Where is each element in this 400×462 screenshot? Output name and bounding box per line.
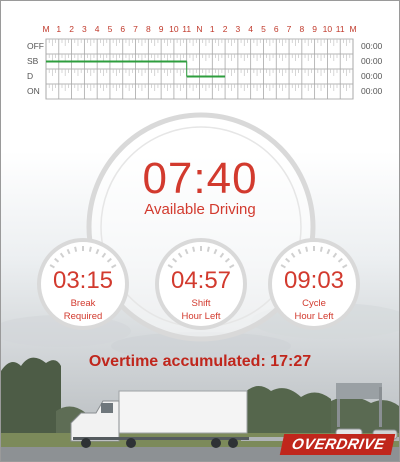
hour-label: 10 — [169, 24, 179, 34]
available-driving-time: 07:40 — [142, 154, 258, 203]
hour-label: N — [196, 24, 203, 34]
hours-of-service-log-grid: M 1 2 3 4 5 6 7 8 9 10 11 N 1 2 3 4 5 6 7 8 9 10 11 M OFF SB D O… — [1, 1, 399, 101]
hour-label: 6 — [120, 24, 126, 34]
log-grid-lines — [45, 38, 354, 100]
break-required-dial[interactable]: 03:15 Break Required — [36, 237, 130, 331]
hour-label: 6 — [273, 24, 279, 34]
dial-tick — [192, 246, 196, 252]
hour-label: 4 — [94, 24, 100, 34]
shift-hour-left-dial[interactable]: 04:57 Shift Hour Left — [154, 237, 248, 331]
hour-label: 2 — [222, 24, 228, 34]
cycle-label-line1: Cycle — [302, 298, 326, 309]
overdrive-logo: OVERDRIVE — [279, 434, 396, 455]
break-label-line2: Required — [63, 311, 103, 322]
dial-tick — [74, 246, 78, 252]
hour-label: M — [349, 24, 357, 34]
hour-label: 1 — [209, 24, 215, 34]
hour-label: 8 — [299, 24, 305, 34]
dial-tick — [305, 246, 309, 252]
hour-label: 1 — [56, 24, 62, 34]
hour-label: 2 — [69, 24, 74, 34]
shift-hour-left-time: 04:57 — [170, 267, 232, 294]
hour-label: 11 — [335, 24, 345, 34]
hour-label: 4 — [248, 24, 254, 34]
hour-label: 5 — [107, 24, 113, 34]
break-required-time: 03:15 — [52, 267, 114, 294]
break-required-label: Break Required — [36, 297, 130, 323]
row-label-off: OFF — [27, 41, 44, 51]
row-label-on: ON — [27, 86, 40, 96]
available-driving-label: Available Driving — [144, 201, 256, 218]
shift-label-line2: Hour Left — [181, 311, 221, 322]
shift-hour-left-label: Shift Hour Left — [154, 297, 248, 323]
row-label-sb: SB — [27, 56, 39, 66]
cycle-hour-left-time: 09:03 — [283, 267, 345, 294]
dial-tick — [319, 246, 323, 252]
dial-tick — [88, 246, 92, 252]
row-total-sb: 00:00 — [361, 56, 383, 66]
cycle-hour-left-dial[interactable]: 09:03 Cycle Hour Left — [267, 237, 361, 331]
row-label-d: D — [27, 71, 34, 81]
cycle-hour-left-label: Cycle Hour Left — [267, 297, 361, 323]
hour-label: 7 — [286, 24, 292, 34]
break-label-line1: Break — [70, 298, 96, 309]
hour-label: 3 — [82, 24, 87, 34]
hour-label: 9 — [312, 24, 317, 34]
hour-label: 8 — [145, 24, 151, 34]
row-total-on: 00:00 — [361, 86, 383, 96]
hour-label: 9 — [158, 24, 164, 34]
row-total-off: 00:00 — [361, 41, 383, 51]
dial-tick — [206, 246, 210, 252]
hour-label: 10 — [322, 24, 333, 34]
hour-label: 7 — [133, 24, 138, 34]
hour-label: 11 — [182, 24, 192, 34]
hour-label: M — [42, 24, 50, 34]
hour-label: 3 — [235, 24, 241, 34]
row-total-d: 00:00 — [361, 71, 383, 81]
eld-app-screen: M 1 2 3 4 5 6 7 8 9 10 11 N 1 2 3 4 5 6 7 8 9 10 11 M OFF SB D O… — [0, 0, 400, 462]
overtime-accumulated-text: Overtime accumulated: 17:27 — [88, 353, 312, 370]
hour-label: 5 — [261, 24, 266, 34]
shift-label-line1: Shift — [191, 298, 211, 309]
cycle-label-line2: Hour Left — [294, 311, 334, 322]
